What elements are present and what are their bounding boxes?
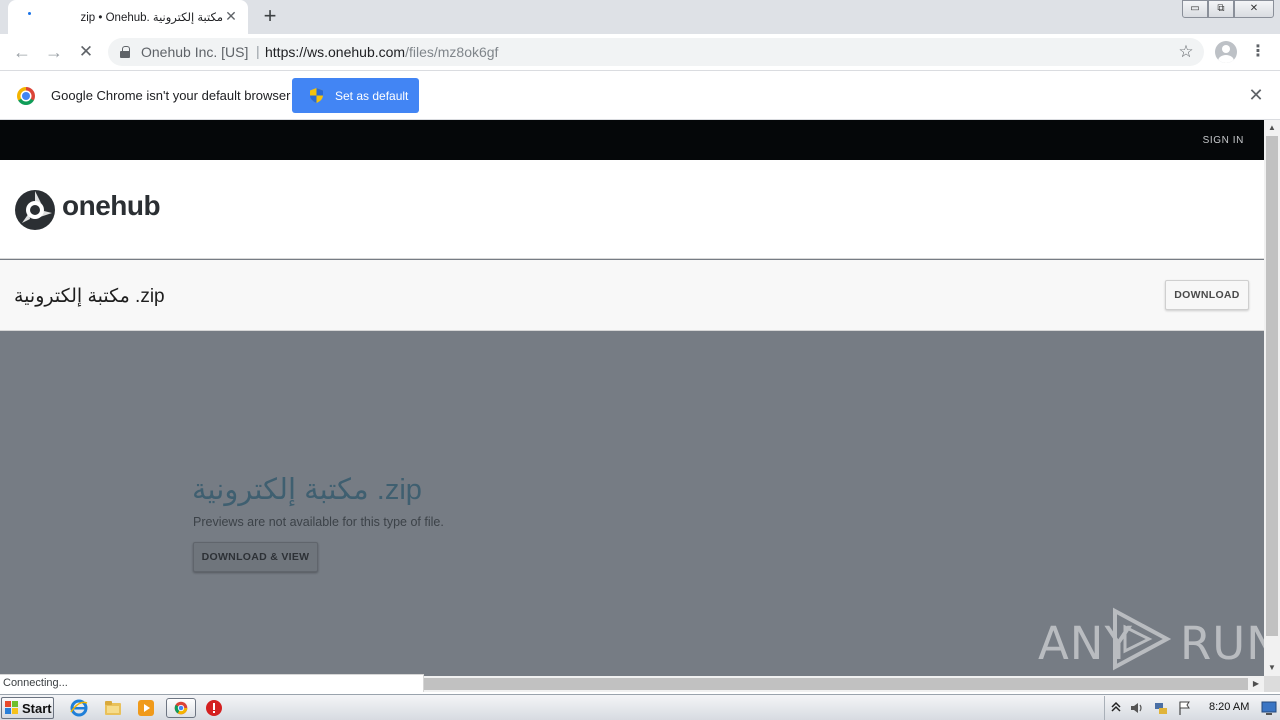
- windows-taskbar: Start 8:20 AM: [0, 694, 1280, 720]
- scroll-up-arrow-icon[interactable]: ▲: [1264, 120, 1280, 136]
- site-brand-bar: onehub: [0, 160, 1264, 259]
- vertical-scrollbar[interactable]: ▲ ▼: [1264, 120, 1280, 676]
- window-maximize-button[interactable]: ⧉: [1208, 0, 1234, 18]
- media-player-icon[interactable]: [136, 698, 156, 718]
- loading-favicon-icon: [22, 8, 38, 24]
- bookmark-star-icon[interactable]: ☆: [1174, 40, 1198, 64]
- window-close-button[interactable]: ✕: [1234, 0, 1274, 18]
- download-and-view-button[interactable]: DOWNLOAD & VIEW: [193, 542, 318, 572]
- profile-avatar-icon[interactable]: [1215, 41, 1237, 63]
- infobar-close-icon[interactable]: ✕: [1246, 85, 1266, 105]
- browser-tab[interactable]: zip • Onehub. مكتبة إلكترونية ✕: [8, 0, 248, 34]
- file-explorer-icon[interactable]: [103, 698, 123, 718]
- onehub-wordmark[interactable]: onehub: [62, 190, 161, 222]
- new-tab-button[interactable]: +: [258, 5, 282, 29]
- url-host: https://ws.onehub.com: [265, 44, 406, 60]
- chrome-menu-icon[interactable]: ⋮: [1248, 40, 1268, 64]
- sign-in-link[interactable]: SIGN IN: [1203, 135, 1244, 146]
- site-identity[interactable]: Onehub Inc. [US]: [141, 44, 248, 60]
- browser-toolbar: ← → ✕ Onehub Inc. [US] | https://ws.oneh…: [0, 34, 1280, 71]
- tab-title: zip • Onehub. مكتبة إلكترونية: [80, 12, 223, 24]
- horizontal-scroll-thumb[interactable]: [424, 678, 1248, 690]
- start-label: Start: [22, 701, 52, 716]
- network-icon[interactable]: [1153, 700, 1169, 716]
- file-title: مكتبة إلكترونية .zip: [14, 286, 165, 307]
- alert-app-icon[interactable]: [204, 698, 224, 718]
- back-button[interactable]: ←: [10, 40, 34, 64]
- windows-flag-icon: [5, 701, 18, 714]
- address-url[interactable]: https://ws.onehub.com/files/mz8ok6gf: [265, 44, 498, 60]
- show-desktop-icon[interactable]: [1261, 700, 1277, 716]
- stop-loading-button[interactable]: ✕: [74, 40, 98, 64]
- status-bubble: Connecting...: [0, 674, 424, 692]
- action-center-flag-icon[interactable]: [1177, 700, 1193, 716]
- system-tray: 8:20 AM: [1104, 696, 1280, 720]
- show-hidden-icons-icon[interactable]: [1111, 701, 1121, 713]
- taskbar-clock[interactable]: 8:20 AM: [1209, 701, 1249, 713]
- tab-strip: zip • Onehub. مكتبة إلكترونية ✕ + ▭ ⧉ ✕: [0, 0, 1280, 34]
- forward-button[interactable]: →: [42, 40, 66, 64]
- uac-shield-icon: [310, 88, 323, 103]
- infobar-message: Google Chrome isn't your default browser: [51, 88, 291, 103]
- url-path: /files/mz8ok6gf: [405, 44, 499, 60]
- address-bar[interactable]: Onehub Inc. [US] | https://ws.onehub.com…: [108, 38, 1204, 66]
- scroll-right-arrow-icon[interactable]: ▶: [1248, 676, 1264, 692]
- file-header: مكتبة إلكترونية .zip DOWNLOAD: [0, 260, 1264, 331]
- tab-close-icon[interactable]: ✕: [224, 9, 238, 23]
- preview-file-title: مكتبة إلكترونية .zip: [192, 474, 422, 506]
- anyrun-watermark: ANY RUN: [1038, 607, 1264, 673]
- set-as-default-label: Set as default: [335, 89, 409, 103]
- start-button[interactable]: Start: [1, 697, 54, 719]
- chrome-logo-icon: [17, 87, 35, 105]
- internet-explorer-icon[interactable]: [69, 698, 89, 718]
- lock-icon[interactable]: [120, 46, 130, 58]
- vertical-scroll-thumb[interactable]: [1266, 136, 1278, 636]
- page-viewport: SIGN IN onehub مكتبة إلكترونية .zip DOWN…: [0, 120, 1264, 676]
- site-top-bar: SIGN IN: [0, 120, 1264, 160]
- volume-icon[interactable]: [1129, 700, 1145, 716]
- onehub-logo-icon[interactable]: [14, 189, 56, 231]
- set-as-default-button[interactable]: Set as default: [292, 78, 419, 113]
- default-browser-infobar: Google Chrome isn't your default browser…: [0, 72, 1280, 120]
- window-minimize-button[interactable]: ▭: [1182, 0, 1208, 18]
- download-button[interactable]: DOWNLOAD: [1165, 280, 1249, 310]
- watermark-play-icon: [1113, 607, 1172, 671]
- scrollbar-corner: [1264, 676, 1280, 692]
- watermark-text-right: RUN: [1180, 617, 1264, 670]
- chrome-taskbar-icon[interactable]: [166, 698, 196, 718]
- preview-unavailable-message: Previews are not available for this type…: [193, 515, 444, 529]
- address-separator: |: [256, 43, 260, 59]
- scroll-down-arrow-icon[interactable]: ▼: [1264, 660, 1280, 676]
